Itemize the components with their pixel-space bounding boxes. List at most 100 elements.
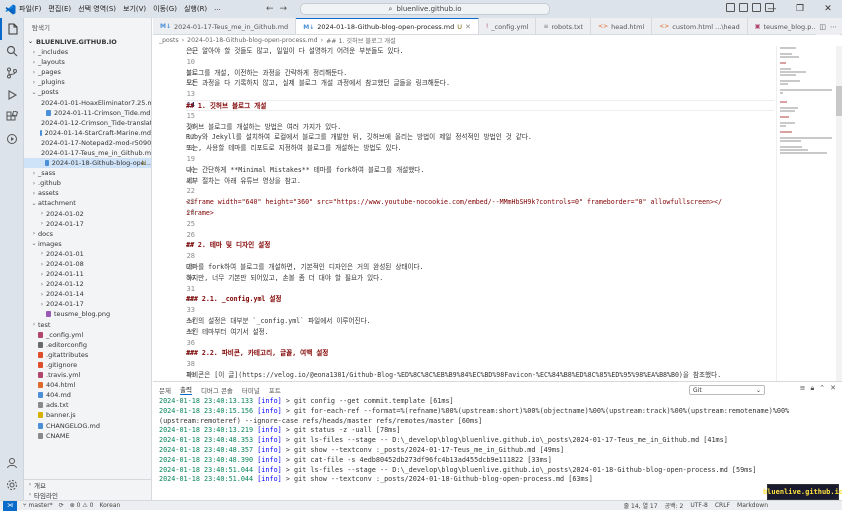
folder-item[interactable]: ›assets bbox=[24, 188, 151, 198]
code-editor[interactable]: 9101112131415161718192021222324252627282… bbox=[153, 46, 776, 381]
close-panel-icon[interactable]: ✕ bbox=[830, 384, 836, 393]
close-tab-icon[interactable]: ✕ bbox=[465, 23, 471, 31]
panel-tab[interactable]: 터미널 bbox=[242, 385, 260, 395]
folder-item[interactable]: ›_plugins bbox=[24, 77, 151, 87]
file-item[interactable]: _config.yml bbox=[24, 330, 151, 340]
folder-item[interactable]: ⌄images bbox=[24, 239, 151, 249]
menu-item[interactable]: 이동(G) bbox=[153, 4, 177, 14]
folder-item[interactable]: ›2024-01-12 bbox=[24, 279, 151, 289]
github-actions-icon[interactable] bbox=[0, 128, 24, 150]
toggle-sidebar-icon[interactable] bbox=[726, 3, 735, 12]
menu-item[interactable]: 편집(E) bbox=[48, 4, 71, 14]
file-item[interactable]: 2024-01-01-HoaxEliminator7.25.md bbox=[24, 97, 151, 107]
file-item[interactable]: CHANGELOG.md bbox=[24, 420, 151, 430]
lock-icon[interactable]: 🔒︎ bbox=[811, 384, 815, 393]
remote-indicator-icon[interactable]: ⋊ bbox=[3, 501, 17, 511]
folder-item[interactable]: ›test bbox=[24, 320, 151, 330]
folder-item[interactable]: ⌄attachment bbox=[24, 198, 151, 208]
account-icon[interactable] bbox=[0, 452, 24, 474]
minimize-icon[interactable]: — bbox=[758, 0, 786, 18]
minimap[interactable] bbox=[776, 46, 836, 381]
folder-item[interactable]: ›2024-01-17 bbox=[24, 299, 151, 309]
split-editor-icon[interactable]: ◫ bbox=[819, 23, 826, 31]
file-item[interactable]: 2024-01-12-Crimson_Tide-translati... bbox=[24, 118, 151, 128]
folder-item[interactable]: ⌄_posts bbox=[24, 87, 151, 97]
back-arrow-icon[interactable]: ← bbox=[266, 4, 274, 14]
editor-tab[interactable]: <>head.html bbox=[591, 18, 652, 35]
folder-item[interactable]: ›_layouts bbox=[24, 57, 151, 67]
run-debug-icon[interactable] bbox=[0, 84, 24, 106]
panel-tab[interactable]: 문제 bbox=[159, 385, 171, 395]
encoding[interactable]: UTF-8 bbox=[690, 502, 708, 509]
panel-tab[interactable]: 디버그 콘솔 bbox=[201, 385, 233, 395]
sidebar-section[interactable]: ›타임라인 bbox=[24, 490, 152, 500]
editor-tab[interactable]: M↓2024-01-18-Github-blog-open-process.md… bbox=[296, 18, 479, 35]
panel-tab[interactable]: 포트 bbox=[269, 385, 281, 395]
folder-item[interactable]: ›2024-01-02 bbox=[24, 209, 151, 219]
menu-item[interactable]: 파일(F) bbox=[19, 4, 41, 14]
folder-item[interactable]: ›2024-01-11 bbox=[24, 269, 151, 279]
source-control-icon[interactable] bbox=[0, 62, 24, 84]
filter-icon[interactable]: ≡ bbox=[800, 384, 806, 393]
file-item[interactable]: .editorconfig bbox=[24, 340, 151, 350]
editor-tab[interactable]: ≡robots.txt bbox=[536, 18, 591, 35]
folder-item[interactable]: ›.github bbox=[24, 178, 151, 188]
manage-gear-icon[interactable] bbox=[0, 474, 24, 496]
line-ending[interactable]: CRLF bbox=[715, 502, 730, 509]
explorer-icon[interactable] bbox=[0, 18, 24, 40]
folder-item[interactable]: ›2024-01-14 bbox=[24, 289, 151, 299]
editor-tab[interactable]: !_config.yml bbox=[479, 18, 537, 35]
toggle-panel-icon[interactable] bbox=[739, 3, 748, 12]
sync-icon[interactable]: ⟳ bbox=[59, 502, 64, 509]
problems-indicator[interactable]: ⊗ 0 ⚠ 0 bbox=[70, 502, 94, 509]
file-item[interactable]: .gitignore bbox=[24, 360, 151, 370]
menu-item[interactable]: ... bbox=[214, 4, 221, 14]
breadcrumb-item[interactable]: ## 1. 깃허브 블로그 개설 bbox=[326, 36, 396, 45]
breadcrumb-item[interactable]: _posts bbox=[159, 37, 179, 44]
menu-item[interactable]: 실행(R) bbox=[184, 4, 207, 14]
file-item[interactable]: 2024-01-17-Teus_me_in_Github.md bbox=[24, 148, 151, 158]
file-item[interactable]: teusme_blog.png bbox=[24, 309, 151, 319]
file-item[interactable]: ads.txt bbox=[24, 400, 151, 410]
file-item[interactable]: .travis.yml bbox=[24, 370, 151, 380]
sidebar-section[interactable]: ›개요 bbox=[24, 480, 152, 490]
cursor-position[interactable]: 줄 14, 열 17 bbox=[624, 501, 658, 510]
file-item[interactable]: 2024-01-18-Github-blog-ope...U bbox=[24, 158, 151, 168]
forward-arrow-icon[interactable]: → bbox=[280, 4, 288, 14]
editor-scrollbar[interactable] bbox=[836, 46, 842, 381]
file-item[interactable]: .gitattributes bbox=[24, 350, 151, 360]
editor-tab[interactable]: ▣teusme_blog.p... bbox=[748, 18, 826, 35]
menu-item[interactable]: 선택 영역(S) bbox=[78, 4, 116, 14]
more-actions-icon[interactable]: ⋯ bbox=[830, 23, 837, 31]
editor-tab[interactable]: <>custom.html ...\head bbox=[652, 18, 748, 35]
breadcrumb-item[interactable]: 2024-01-18-Github-blog-open-process.md bbox=[187, 37, 317, 44]
workspace-root[interactable]: ⌄ BLUENLIVE.GITHUB.IO bbox=[24, 36, 151, 47]
branch-indicator[interactable]: ⑂ master* bbox=[23, 502, 53, 509]
output-channel-select[interactable]: Git ⌄ bbox=[689, 385, 765, 395]
folder-item[interactable]: ›_pages bbox=[24, 67, 151, 77]
editor-tab[interactable]: M↓2024-01-17-Teus_me_in_Github.md bbox=[153, 18, 296, 35]
command-center[interactable]: ⌕ bluenlive.github.io bbox=[300, 3, 550, 15]
file-item[interactable]: 404.md bbox=[24, 390, 151, 400]
folder-item[interactable]: ›2024-01-01 bbox=[24, 249, 151, 259]
file-item[interactable]: 2024-01-17-Notepad2-mod-r5090... bbox=[24, 138, 151, 148]
file-item[interactable]: 2024-01-14-StarCraft-Marine.md bbox=[24, 128, 151, 138]
file-item[interactable]: 2024-01-11-Crimson_Tide.md bbox=[24, 108, 151, 118]
folder-item[interactable]: ›2024-01-17 bbox=[24, 219, 151, 229]
indentation[interactable]: 공백: 2 bbox=[665, 501, 684, 510]
file-item[interactable]: banner.js bbox=[24, 410, 151, 420]
file-item[interactable]: 404.html bbox=[24, 380, 151, 390]
language-mode[interactable]: Markdown bbox=[737, 502, 768, 509]
panel-tab[interactable]: 출력 bbox=[180, 384, 192, 395]
maximize-icon[interactable]: ❐ bbox=[786, 0, 814, 18]
extensions-icon[interactable] bbox=[0, 106, 24, 128]
folder-item[interactable]: ›2024-01-08 bbox=[24, 259, 151, 269]
folder-item[interactable]: ›_sass bbox=[24, 168, 151, 178]
search-icon[interactable] bbox=[0, 40, 24, 62]
file-item[interactable]: CNAME bbox=[24, 431, 151, 441]
close-window-icon[interactable]: ✕ bbox=[814, 0, 842, 18]
folder-item[interactable]: ›_includes bbox=[24, 47, 151, 57]
language-input-mode[interactable]: Korean bbox=[99, 502, 120, 509]
scroll-thumb[interactable] bbox=[836, 86, 842, 116]
maximize-panel-icon[interactable]: ⌃ bbox=[819, 384, 825, 393]
